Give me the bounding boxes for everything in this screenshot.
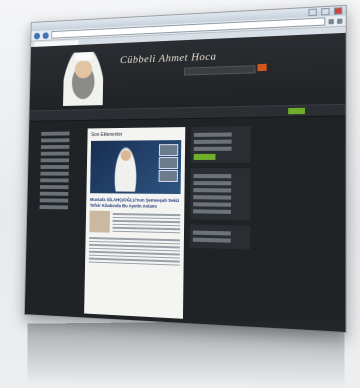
thumbnail[interactable]: [158, 169, 178, 182]
box-button[interactable]: [193, 153, 216, 160]
screen-reflection: [27, 320, 345, 388]
sidebar-link[interactable]: [40, 171, 82, 176]
sidebar-link[interactable]: [41, 138, 83, 143]
box-text: [193, 139, 248, 144]
list-item[interactable]: [192, 237, 248, 244]
list-item[interactable]: [193, 174, 248, 179]
featured-speaker-image: [114, 146, 138, 192]
sidebar-link[interactable]: [40, 144, 82, 149]
web-page: Cübbeli Ahmet Hoca Son Eklenenler Mustaf…: [24, 32, 346, 332]
sidebar-box: [189, 224, 251, 250]
article-excerpt: [89, 210, 181, 236]
search-icon[interactable]: [337, 17, 343, 24]
portrait-turban: [74, 51, 93, 62]
sidebar-link[interactable]: [40, 158, 82, 163]
sidebar-link[interactable]: [40, 185, 82, 190]
site-search-input[interactable]: [183, 65, 256, 76]
main-content: Son Eklenenler Mustafa SİLAHÇIOĞLU'nun Ş…: [84, 127, 186, 319]
minimize-button[interactable]: [308, 8, 317, 17]
site-search-button[interactable]: [257, 63, 267, 72]
thumbnail[interactable]: [158, 157, 179, 169]
close-button[interactable]: [333, 7, 343, 15]
back-icon[interactable]: [33, 32, 41, 40]
list-item[interactable]: [193, 188, 248, 193]
box-text: [193, 132, 248, 137]
sidebar-link[interactable]: [40, 151, 82, 156]
sidebar-box: [190, 126, 251, 163]
article-thumbnail[interactable]: [89, 210, 110, 233]
sidebar-link[interactable]: [39, 191, 82, 196]
thumbnail[interactable]: [158, 144, 179, 157]
sidebar-list-box: [190, 168, 251, 221]
list-item[interactable]: [193, 195, 248, 200]
sidebar-link[interactable]: [40, 165, 82, 169]
featured-video[interactable]: [90, 140, 182, 195]
browser-window: Cübbeli Ahmet Hoca Son Eklenenler Mustaf…: [23, 4, 347, 334]
sidebar-link[interactable]: [40, 178, 82, 183]
sidebar-link[interactable]: [41, 131, 83, 136]
sidebar-link[interactable]: [39, 198, 81, 203]
site-header: Cübbeli Ahmet Hoca: [29, 32, 346, 111]
menu-highlight-button[interactable]: [288, 107, 305, 115]
list-item[interactable]: [193, 202, 248, 208]
article-title[interactable]: Mustafa SİLAHÇIOĞLU'nun Şemseşah Sekiz T…: [90, 197, 181, 209]
right-sidebar: [189, 126, 251, 322]
left-sidebar: [37, 129, 83, 314]
maximize-button[interactable]: [321, 7, 330, 16]
site-logo[interactable]: Cübbeli Ahmet Hoca: [120, 51, 217, 66]
sidebar-link[interactable]: [39, 205, 81, 210]
section-title: Son Eklenenler: [91, 131, 123, 139]
excerpt-text: [112, 211, 181, 235]
list-item[interactable]: [193, 209, 248, 215]
content-columns: Son Eklenenler Mustafa SİLAHÇIOĞLU'nun Ş…: [25, 116, 346, 327]
refresh-icon[interactable]: [328, 18, 334, 24]
box-text: [193, 146, 248, 151]
forward-icon[interactable]: [42, 31, 49, 39]
list-item[interactable]: [192, 230, 248, 236]
list-item[interactable]: [193, 181, 248, 186]
more-text: [88, 237, 181, 266]
